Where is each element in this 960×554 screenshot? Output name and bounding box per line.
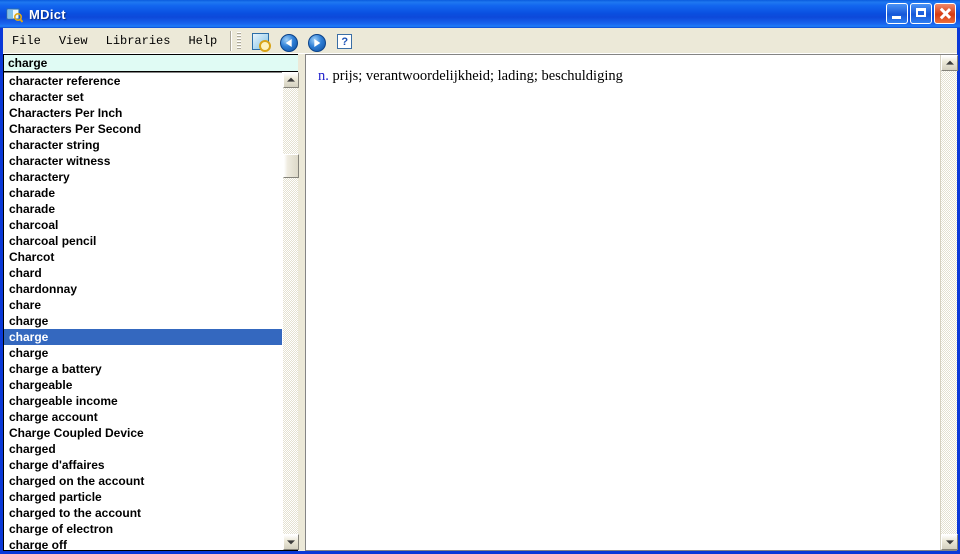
title-bar: MDict [0,0,960,28]
search-dictionary-icon [252,32,272,52]
word-list-item[interactable]: Characters Per Inch [4,105,282,121]
back-button[interactable] [277,30,299,52]
menu-view[interactable]: View [50,31,97,51]
word-list-container: character reference character set Characte… [3,72,299,551]
menu-help[interactable]: Help [179,31,226,51]
word-list-item[interactable]: character string [4,137,282,153]
minimize-button[interactable] [886,3,908,24]
word-list-item[interactable]: charge [4,329,282,345]
forward-button[interactable] [305,30,327,52]
word-list-item[interactable]: chare [4,297,282,313]
word-list-item[interactable]: character reference [4,73,282,89]
definition-content: n. prijs; verantwoordelijkheid; lading; … [306,55,940,550]
definition-pane: n. prijs; verantwoordelijkheid; lading; … [305,54,958,551]
word-list-item[interactable]: charge account [4,409,282,425]
word-list-item[interactable]: charged to the account [4,505,282,521]
word-list-item[interactable]: charade [4,185,282,201]
help-question-icon: ? [337,33,353,49]
word-list-item[interactable]: Charge Coupled Device [4,425,282,441]
word-list-item[interactable]: charge d'affaires [4,457,282,473]
word-list-pane: character referencecharacter setCharacte… [3,54,303,551]
word-list-item[interactable]: Charcot [4,249,282,265]
application-window: MDict File View Libraries Help ? charge … [0,0,960,554]
main-body: character referencecharacter setCharacte… [3,54,958,551]
word-list-item[interactable]: chardonnay [4,281,282,297]
search-input[interactable] [4,55,298,71]
definition-scroll-down-button[interactable] [941,534,958,550]
window-title: MDict [29,6,66,22]
word-list-item[interactable]: charge a battery [4,361,282,377]
word-list-item[interactable]: charge [4,313,282,329]
menu-file[interactable]: File [3,31,50,51]
word-list-item[interactable]: character witness [4,153,282,169]
word-list-item[interactable]: charcoal [4,217,282,233]
word-list-item[interactable]: charactery [4,169,282,185]
forward-arrow-icon [308,33,327,52]
scroll-thumb[interactable] [283,154,299,178]
maximize-button[interactable] [910,3,932,24]
definition-text: prijs; verantwoordelijkheid; lading; bes… [328,68,623,84]
word-list-item[interactable]: charge of electron [4,521,282,537]
menu-libraries[interactable]: Libraries [97,31,180,51]
word-list-item[interactable]: charged [4,441,282,457]
word-list-item[interactable]: Characters Per Second [4,121,282,137]
word-list-item[interactable]: charge off [4,537,282,550]
word-list-scrollbar[interactable] [282,72,299,550]
close-button[interactable] [934,3,956,24]
word-list-item[interactable]: charade [4,201,282,217]
definition-scrollbar[interactable] [940,55,958,550]
scroll-up-button[interactable] [283,72,299,88]
back-arrow-icon [280,33,299,52]
menu-bar: File View Libraries Help [3,28,226,53]
word-list-item[interactable]: chard [4,265,282,281]
word-list-item[interactable]: charge [4,345,282,361]
help-button[interactable]: ? [333,30,355,52]
part-of-speech-label: n. [318,68,329,84]
toolbar-separator [230,30,233,51]
word-list-item[interactable]: chargeable [4,377,282,393]
search-dictionary-button[interactable] [249,30,272,52]
word-list-item[interactable]: charcoal pencil [4,233,282,249]
scroll-down-button[interactable] [283,534,299,550]
definition-scroll-up-button[interactable] [941,55,958,71]
search-box[interactable] [3,54,298,72]
word-list-item[interactable]: character set [4,89,282,105]
word-list[interactable]: character reference character set Characte… [4,72,282,550]
dictionary-book-icon [6,6,24,23]
word-list-item[interactable]: charged particle [4,489,282,505]
word-list-item[interactable]: charged on the account [4,473,282,489]
menu-toolbar-strip: File View Libraries Help ? [3,28,957,54]
word-list-item[interactable]: chargeable income [4,393,282,409]
definition-line: n. prijs; verantwoordelijkheid; lading; … [318,67,930,87]
caption-button-group [886,3,956,24]
toolbar-grip-handle[interactable] [237,31,242,50]
